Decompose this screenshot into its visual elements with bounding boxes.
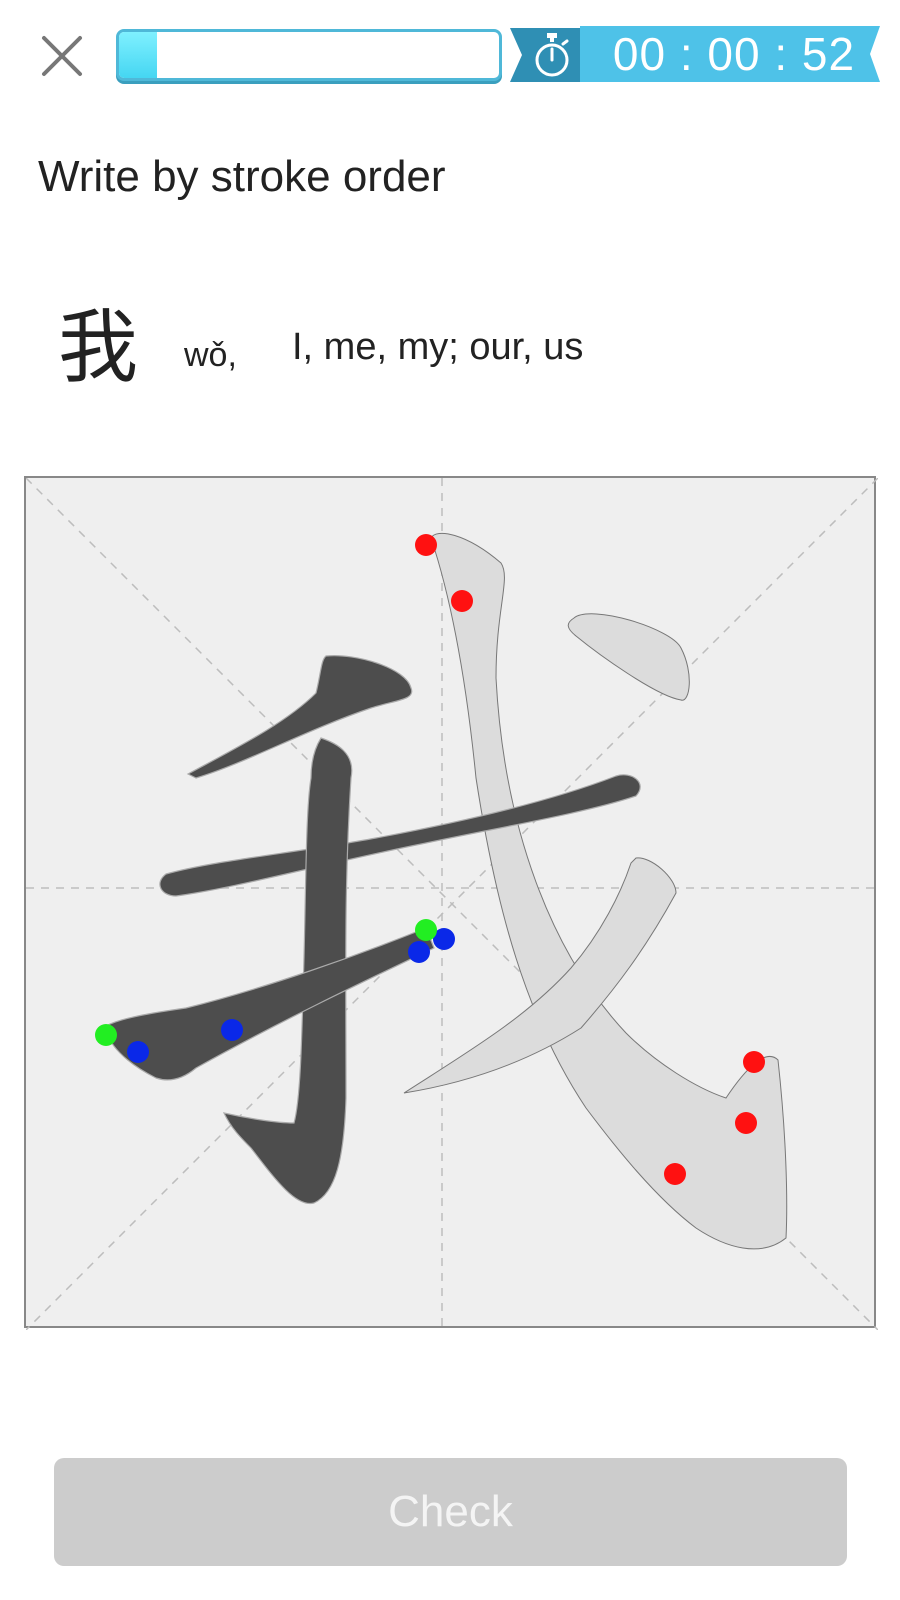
instruction-text: Write by stroke order — [38, 152, 446, 201]
progress-fill — [119, 32, 157, 78]
writing-board-svg — [26, 478, 878, 1330]
close-button[interactable] — [36, 30, 86, 80]
timer-text: 00 : 00 : 52 — [612, 28, 856, 80]
word-meaning: I, me, my; our, us — [292, 326, 584, 368]
writing-canvas[interactable] — [24, 476, 878, 1330]
stopwatch-icon — [535, 33, 569, 77]
progress-bar — [116, 29, 502, 81]
stroke-done-4 — [105, 927, 435, 1081]
timer: 00 : 00 : 52 — [510, 26, 892, 86]
word-pinyin: wǒ, — [184, 336, 237, 374]
close-icon — [42, 36, 82, 76]
check-button[interactable]: Check — [54, 1458, 847, 1566]
word-character: 我 — [58, 301, 138, 394]
stroke-pending-dot — [567, 613, 690, 701]
stroke-done-2 — [159, 774, 641, 897]
